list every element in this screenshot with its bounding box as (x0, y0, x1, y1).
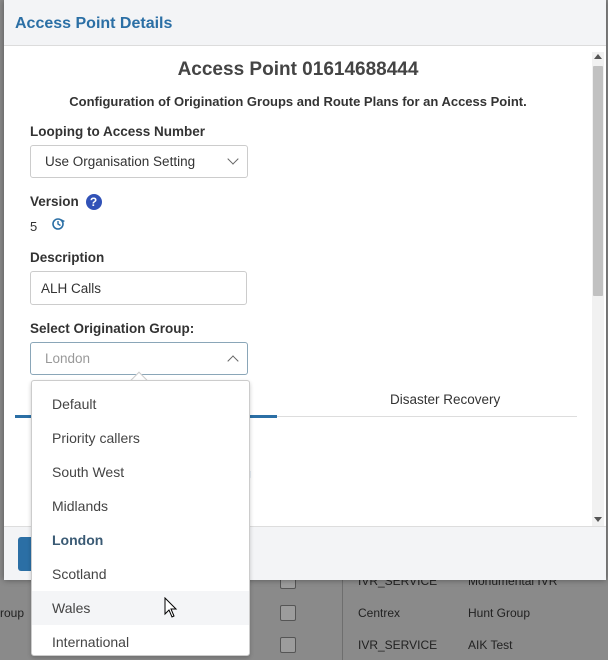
dropdown-option[interactable]: Scotland (32, 557, 249, 591)
row-name-cell: AIK Test (468, 638, 513, 652)
dropdown-option[interactable]: International (32, 625, 249, 655)
version-label-text: Version (30, 194, 79, 209)
version-history-icon[interactable] (52, 218, 66, 234)
looping-label: Looping to Access Number (30, 124, 206, 139)
row-name-cell: Hunt Group (468, 606, 531, 620)
description-field[interactable]: ALH Calls (30, 271, 247, 305)
scroll-down-icon[interactable] (594, 517, 602, 522)
chevron-up-icon (227, 355, 239, 367)
origination-select[interactable]: London (30, 342, 248, 375)
chevron-down-icon (227, 153, 239, 165)
dropdown-option[interactable]: Default (32, 387, 249, 421)
version-row: 5 (30, 218, 566, 234)
row-type-cell: Centrex (358, 606, 401, 620)
looping-select[interactable]: Use Organisation Setting (30, 145, 248, 178)
origination-select-value: London (45, 351, 91, 366)
row-checkbox[interactable] (280, 605, 296, 621)
looping-select-value: Use Organisation Setting (45, 154, 196, 169)
mouse-cursor-icon (164, 597, 178, 618)
modal-scrollbar[interactable] (592, 52, 604, 526)
page-title: Access Point 01614688444 (177, 59, 419, 80)
page-subtitle: Configuration of Origination Groups and … (69, 94, 527, 109)
dropdown-option-selected[interactable]: London (32, 523, 249, 557)
dropdown-option[interactable]: Priority callers (32, 421, 249, 455)
origination-dropdown-menu: Default Priority callers South West Midl… (31, 380, 250, 656)
modal-header: Access Point Details (4, 0, 606, 46)
dropdown-option-hovered[interactable]: Wales (32, 591, 249, 625)
scroll-up-icon[interactable] (594, 54, 602, 59)
description-label: Description (30, 250, 105, 265)
dropdown-option[interactable]: South West (32, 455, 249, 489)
help-icon[interactable]: ? (85, 194, 102, 210)
row-group-cell: roup (0, 606, 25, 620)
tab-disaster-recovery[interactable]: Disaster Recovery (390, 392, 500, 407)
dropdown-option[interactable]: Midlands (32, 489, 249, 523)
modal-title: Access Point Details (15, 15, 173, 32)
row-type-cell: IVR_SERVICE (358, 638, 438, 652)
origination-label: Select Origination Group: (30, 321, 195, 336)
version-value: 5 (30, 219, 38, 234)
scroll-thumb[interactable] (593, 66, 603, 296)
version-label: Version ? (30, 194, 566, 210)
row-checkbox[interactable] (280, 637, 296, 653)
